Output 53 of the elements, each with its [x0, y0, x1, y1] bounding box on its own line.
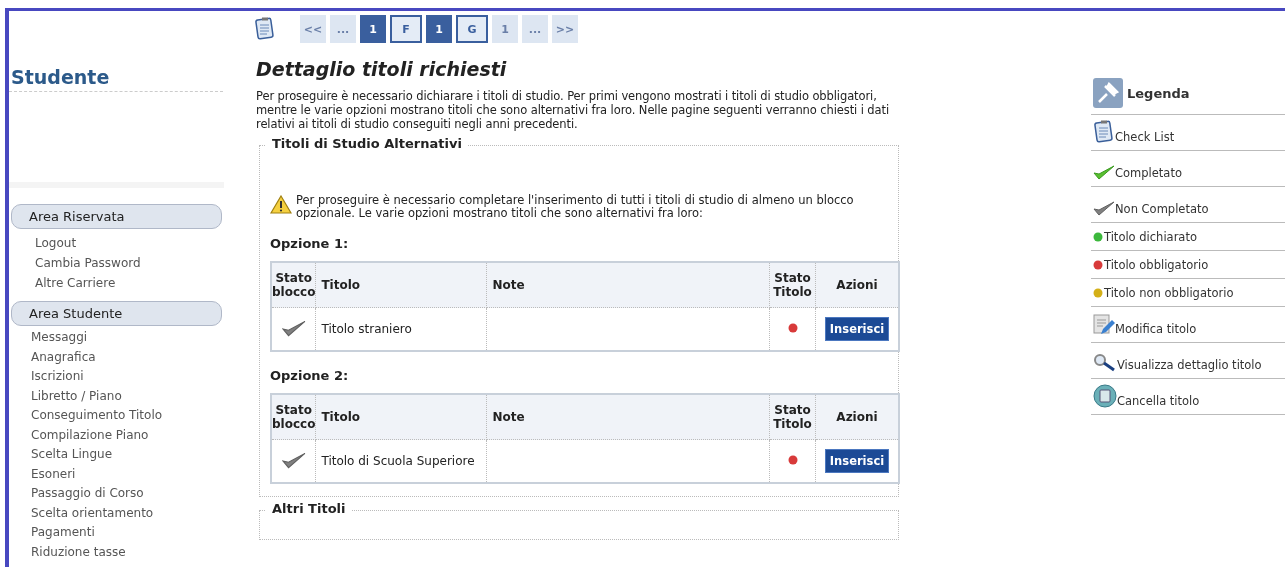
menu-link[interactable]: Libretto / Piano — [31, 386, 231, 406]
column-header: Stato blocco — [271, 262, 316, 308]
legend-label: Cancella titolo — [1117, 394, 1200, 408]
fieldset-legend: Titoli di Studio Alternativi — [266, 136, 468, 151]
menu-link[interactable]: Iscrizioni — [31, 367, 231, 387]
legend-label: Titolo obbligatorio — [1104, 257, 1209, 272]
menu-link[interactable]: Scelta Lingue — [31, 445, 231, 465]
menu-link[interactable]: Cambia Password — [35, 253, 231, 273]
page-button[interactable]: 1 — [426, 15, 452, 43]
section-header: Area Riservata — [11, 204, 222, 229]
column-header: Stato blocco — [271, 394, 316, 440]
clipboard-icon — [254, 17, 276, 41]
menu-link[interactable]: Logout — [35, 233, 231, 253]
column-header: Note — [486, 394, 770, 440]
option-heading: Opzione 1: — [270, 236, 350, 251]
menu-link[interactable]: Anagrafica — [31, 347, 231, 367]
page-button[interactable]: G — [456, 15, 488, 43]
column-header: Stato Titolo — [769, 262, 816, 308]
menu-link[interactable]: Messaggi — [31, 328, 231, 348]
legend-label: Titolo non obbligatorio — [1104, 285, 1234, 300]
menu-link[interactable]: Conseguimento Titolo — [31, 406, 231, 426]
page-button[interactable]: F — [390, 15, 422, 43]
sidebar-title: Studente — [9, 66, 223, 92]
insert-button[interactable]: Inserisci — [824, 317, 890, 341]
insert-button[interactable]: Inserisci — [824, 449, 890, 473]
legend-label: Completato — [1115, 166, 1182, 180]
warning-icon — [270, 195, 292, 214]
intro-text: Per proseguire è necessario dichiarare i titoli di studio. Per primi vengono mostrati i titoli di studio obbligatori, mentre le varie opzioni mostrano titoli che sono alternativi fra loro. Nelle pagine seguenti verranno chiesti i dati relativi ai titoli di studio conseguiti negli anni precedenti. — [256, 89, 890, 131]
menu-link[interactable]: Pagamenti — [31, 523, 231, 543]
menu-link[interactable]: Esoneri — [31, 464, 231, 484]
section-header: Area Studente — [11, 301, 222, 326]
column-header: Titolo — [315, 262, 487, 308]
menu-link[interactable]: Altre Carriere — [35, 273, 231, 293]
legend-label: Modifica titolo — [1115, 322, 1197, 336]
menu-link[interactable]: Passaggio di Corso — [31, 484, 231, 504]
menu-link[interactable]: Compilazione Piano — [31, 425, 231, 445]
legend-label: Titolo dichiarato — [1104, 229, 1197, 244]
column-header: Azioni — [815, 262, 899, 308]
page-title: Dettaglio titoli richiesti — [256, 58, 508, 80]
legend-label: Check List — [1115, 130, 1175, 144]
column-header: Stato Titolo — [769, 394, 816, 440]
warning-text: Per proseguire è necessario completare l'inserimento di tutti i titoli di studio di almeno un blocco opzionale. Le varie opzioni mostrano titoli che sono alternativi fra loro: — [296, 194, 855, 220]
column-header: Azioni — [815, 394, 899, 440]
legend-title: Legenda — [1127, 85, 1190, 101]
menu-link[interactable]: Riduzione tasse — [31, 542, 231, 562]
page-button[interactable]: 1 — [360, 15, 386, 43]
option-heading: Opzione 2: — [270, 368, 350, 383]
legend-label: Visualizza dettaglio titolo — [1117, 358, 1262, 372]
column-header: Note — [486, 262, 770, 308]
legend-label: Non Completato — [1115, 202, 1209, 216]
menu-link[interactable]: Scelta orientamento — [31, 503, 231, 523]
fieldset-legend: Altri Titoli — [266, 501, 352, 516]
column-header: Titolo — [315, 394, 487, 440]
